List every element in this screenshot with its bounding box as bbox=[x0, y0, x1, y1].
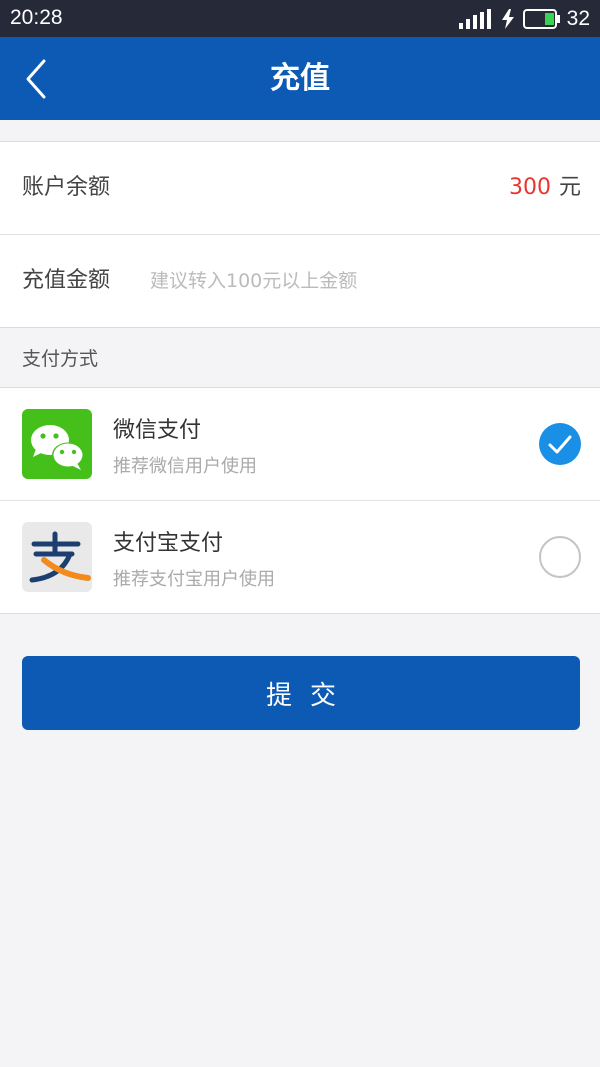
payment-title-alipay: 支付宝支付 bbox=[113, 531, 224, 556]
page-title: 充值 bbox=[270, 61, 330, 96]
amount-label: 充值金额 bbox=[22, 268, 111, 293]
payment-title-wechat: 微信支付 bbox=[113, 418, 202, 443]
signal-icon bbox=[458, 9, 491, 29]
balance-label: 账户余额 bbox=[22, 175, 111, 200]
payment-section-label: 支付方式 bbox=[22, 348, 99, 370]
submit-button[interactable]: 提交 bbox=[22, 656, 580, 730]
payment-methods: 微信支付 推荐微信用户使用 支付宝支付 推荐支付宝用户使用 bbox=[0, 387, 600, 614]
payment-subtitle-wechat: 推荐微信用户使用 bbox=[113, 456, 257, 477]
radio-selected[interactable] bbox=[539, 423, 581, 465]
battery-level: 32 bbox=[566, 7, 590, 30]
charging-icon bbox=[501, 9, 514, 29]
status-icons: 32 bbox=[458, 6, 590, 32]
payment-subtitle-alipay: 推荐支付宝用户使用 bbox=[113, 569, 275, 590]
radio-unselected[interactable] bbox=[539, 536, 581, 578]
balance-amount: 300 bbox=[508, 175, 551, 200]
status-time: 20:28 bbox=[10, 6, 63, 29]
balance-value: 300 元 bbox=[509, 142, 581, 234]
wechat-icon bbox=[22, 409, 92, 479]
account-group: 账户余额 300 元 充值金额 bbox=[0, 141, 600, 328]
amount-row: 充值金额 bbox=[0, 235, 600, 327]
navigation-bar: 充值 bbox=[0, 37, 600, 120]
checkmark-icon bbox=[548, 435, 572, 454]
status-bar: 20:28 32 bbox=[0, 0, 600, 37]
balance-row: 账户余额 300 元 bbox=[0, 142, 600, 235]
balance-unit: 元 bbox=[558, 175, 581, 200]
alipay-icon bbox=[22, 522, 92, 592]
battery-icon bbox=[522, 9, 560, 29]
payment-option-wechat[interactable]: 微信支付 推荐微信用户使用 bbox=[0, 388, 600, 501]
amount-input[interactable] bbox=[150, 261, 570, 301]
payment-option-alipay[interactable]: 支付宝支付 推荐支付宝用户使用 bbox=[0, 501, 600, 613]
